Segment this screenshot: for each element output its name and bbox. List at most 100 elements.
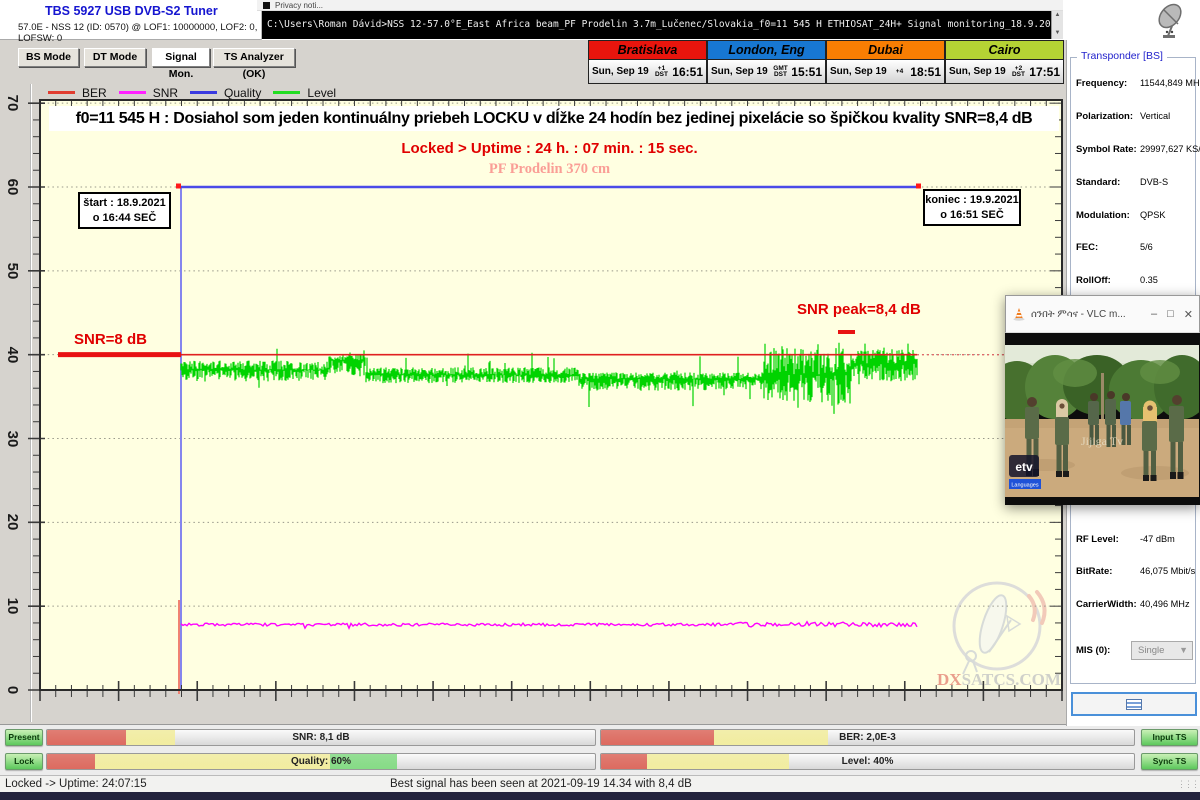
input-ts-button[interactable]: Input TS	[1141, 729, 1198, 746]
mis-dropdown[interactable]: Single ▼	[1131, 641, 1193, 660]
tp-symbolrate-value: 29997,627 KS/s	[1140, 144, 1200, 154]
clock-dst: DST	[770, 72, 792, 78]
chart-legend: BER SNR Quality Level	[36, 85, 1062, 100]
uptime-annotation: Locked > Uptime : 24 h. : 07 min. : 15 s…	[181, 140, 918, 157]
quality-meter-label: Quality: 60%	[47, 754, 595, 770]
tp-rolloff-label: RollOff:	[1076, 275, 1111, 286]
tp-rflevel-value: -47 dBm	[1140, 534, 1175, 544]
close-icon[interactable]: ✕	[1184, 308, 1193, 321]
snr-legend-swatch	[119, 91, 146, 94]
y-axis-label: 70	[7, 88, 21, 118]
dxsatcs-watermark: DXSATCS.COM	[933, 580, 1065, 692]
minimize-icon[interactable]: –	[1151, 308, 1157, 320]
level-meter: Level: 40%	[600, 753, 1135, 770]
clock-city-label: Dubai	[827, 41, 944, 60]
clock-city-label: Bratislava	[589, 41, 706, 60]
lock-start-line1: štart : 18.9.2021	[80, 196, 169, 211]
transponder-title: Transponder [BS]	[1077, 50, 1167, 62]
etv-logo-subtext: Languages	[1011, 483, 1038, 489]
ber-meter-label: BER: 2,0E-3	[601, 730, 1134, 746]
watermark-satcs-text: SATCS.COM	[962, 670, 1061, 689]
vlc-titlebar[interactable]: ሰንበት ምሳና - VLC m... – □ ✕	[1005, 295, 1200, 333]
y-axis-label: 40	[7, 340, 21, 370]
lock-end-box: koniec : 19.9.2021 o 16:51 SEČ	[923, 189, 1021, 226]
quality-legend-swatch	[190, 91, 217, 94]
tp-standard-label: Standard:	[1076, 177, 1120, 188]
y-axis-label: 50	[7, 256, 21, 286]
bs-mode-button[interactable]: BS Mode	[18, 48, 79, 67]
tp-polarization-label: Polarization:	[1076, 111, 1133, 122]
svg-text:DXSATCS.COM: DXSATCS.COM	[937, 670, 1061, 689]
clock-time: 16:51	[672, 65, 703, 79]
command-prompt-text: C:\Users\Roman Dávid>NSS 12-57.0°E_East …	[267, 19, 1063, 30]
snr-peak-label: SNR peak=8,4 dB	[797, 301, 921, 318]
clock-city-label: London, Eng	[708, 41, 825, 60]
status-bar: Locked -> Uptime: 24:07:15 Best signal h…	[0, 775, 1200, 792]
vlc-video-scene: Jijiga Tv etv Languages	[1005, 345, 1199, 497]
ts-analyzer-button[interactable]: TS Analyzer (OK)	[213, 48, 295, 67]
clock-city-label: Cairo	[946, 41, 1063, 60]
etv-logo: etv Languages	[1009, 455, 1041, 489]
quality-legend-label: Quality	[224, 86, 261, 100]
clock-time: 17:51	[1029, 65, 1060, 79]
tuner-header: TBS 5927 USB DVB-S2 Tuner 57.0E - NSS 12…	[0, 0, 262, 40]
channel-watermark: Jijiga Tv	[1081, 434, 1123, 448]
ber-legend-label: BER	[82, 86, 107, 100]
tp-bitrate-value: 46,075 Mbit/s	[1140, 566, 1195, 576]
clock-dst: DST	[1008, 72, 1030, 78]
lock-indicator[interactable]: Lock	[5, 753, 43, 770]
clock-dst: DST	[651, 72, 673, 78]
dt-mode-button[interactable]: DT Mode	[84, 48, 146, 67]
scroll-down-icon[interactable]: ▼	[1052, 29, 1063, 38]
tp-polarization-value: Vertical	[1140, 111, 1170, 121]
mis-selected-value: Single	[1138, 645, 1164, 656]
background-window-titlebar[interactable]: Privacy noti...	[257, 0, 1063, 11]
vlc-window-title: ሰንበት ምሳና - VLC m...	[1031, 309, 1141, 320]
dish-annotation: PF Prodelin 370 cm	[181, 161, 918, 178]
tp-carrierwidth-value: 40,496 MHz	[1140, 599, 1190, 609]
resize-grip[interactable]: ⋮⋮⋮	[1177, 779, 1198, 790]
ts-list-button[interactable]	[1071, 692, 1197, 716]
y-axis-label: 10	[7, 591, 21, 621]
tuner-title: TBS 5927 USB DVB-S2 Tuner	[45, 4, 218, 18]
ber-legend-swatch	[48, 91, 75, 94]
maximize-icon[interactable]: □	[1167, 308, 1174, 320]
chevron-down-icon: ▼	[1179, 642, 1188, 659]
taskbar-edge	[0, 792, 1200, 800]
watermark-dx-text: DX	[937, 670, 962, 689]
present-indicator[interactable]: Present	[5, 729, 43, 746]
tp-symbolrate-label: Symbol Rate:	[1076, 144, 1137, 155]
command-prompt-scrollbar[interactable]: ▲ ▼	[1051, 11, 1063, 39]
tp-frequency-value: 11544,849 MHz	[1140, 78, 1200, 88]
tp-carrierwidth-label: CarrierWidth:	[1076, 599, 1137, 610]
lock-end-line1: koniec : 19.9.2021	[925, 193, 1019, 208]
clock-dubai: Dubai Sun, Sep 19 +4 18:51	[826, 40, 945, 84]
panel-groove	[30, 84, 32, 722]
scroll-up-icon[interactable]: ▲	[1052, 11, 1063, 20]
y-axis-label: 60	[7, 172, 21, 202]
clock-bratislava: Bratislava Sun, Sep 19 +1DST 16:51	[588, 40, 707, 84]
level-legend-label: Level	[307, 86, 336, 100]
tp-mis-label: MIS (0):	[1076, 645, 1110, 656]
tuner-subtitle: 57.0E - NSS 12 (ID: 0570) @ LOF1: 100000…	[18, 22, 261, 44]
vlc-window[interactable]: ሰንበት ምሳና - VLC m... – □ ✕	[1005, 295, 1200, 505]
lock-end-line2: o 16:51 SEČ	[925, 208, 1019, 223]
clock-time: 15:51	[791, 65, 822, 79]
quality-meter: Quality: 60%	[46, 753, 596, 770]
vlc-video-area[interactable]: Jijiga Tv etv Languages	[1005, 333, 1200, 505]
lock-start-box: štart : 18.9.2021 o 16:44 SEČ	[78, 192, 171, 229]
snr-meter-label: SNR: 8,1 dB	[47, 730, 595, 746]
background-window-icon	[263, 2, 270, 9]
sync-ts-button[interactable]: Sync TS	[1141, 753, 1198, 770]
uptime-status-text: Locked -> Uptime: 24:07:15	[5, 778, 147, 790]
clock-date: Sun, Sep 19	[711, 66, 768, 77]
background-window-title: Privacy noti...	[275, 1, 323, 10]
clock-offset: +4	[889, 69, 911, 75]
clock-date: Sun, Sep 19	[592, 66, 649, 77]
level-legend-swatch	[273, 91, 300, 94]
satellite-dish-desktop-icon[interactable]	[1148, 2, 1192, 40]
signal-mon-tab[interactable]: Signal Mon.	[152, 48, 210, 67]
tp-rflevel-label: RF Level:	[1076, 534, 1119, 545]
tp-frequency-label: Frequency:	[1076, 78, 1127, 89]
command-prompt-window[interactable]: C:\Users\Roman Dávid>NSS 12-57.0°E_East …	[262, 11, 1063, 39]
